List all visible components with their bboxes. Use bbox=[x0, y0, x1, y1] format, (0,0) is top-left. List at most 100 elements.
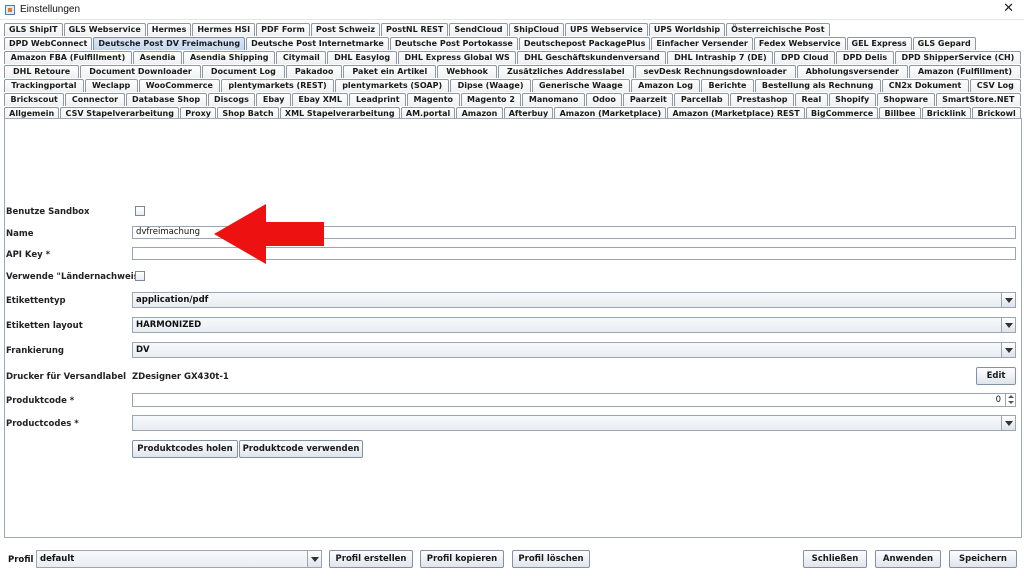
tab-shopware[interactable]: Shopware bbox=[876, 93, 935, 106]
tab-sendcloud[interactable]: SendCloud bbox=[449, 23, 508, 36]
tab-ups-webservice[interactable]: UPS Webservice bbox=[564, 23, 648, 36]
chevron-down-icon bbox=[1005, 298, 1013, 303]
tab-einfacher-versender[interactable]: Einfacher Versender bbox=[651, 37, 753, 50]
tab-plentymarkets-rest[interactable]: plentymarkets (REST) bbox=[221, 79, 334, 92]
produktcode-spinner[interactable]: 0 bbox=[132, 393, 1016, 407]
chevron-down-icon[interactable] bbox=[1008, 401, 1014, 404]
tab-ebay-xml[interactable]: Ebay XML bbox=[291, 93, 349, 106]
tab-woocommerce[interactable]: WooCommerce bbox=[138, 79, 221, 92]
tab-asendia[interactable]: Asendia bbox=[132, 51, 183, 64]
tab-database-shop[interactable]: Database Shop bbox=[125, 93, 207, 106]
sandbox-checkbox[interactable] bbox=[135, 206, 145, 216]
tab-ebay[interactable]: Ebay bbox=[256, 93, 291, 106]
schliessen-button[interactable]: Schließen bbox=[803, 550, 867, 568]
red-arrow-annotation bbox=[214, 204, 324, 264]
produktcode-verwenden-button[interactable]: Produktcode verwenden bbox=[239, 440, 363, 458]
tab-pdf-form[interactable]: PDF Form bbox=[256, 23, 310, 36]
tab-citymail[interactable]: Citymail bbox=[276, 51, 327, 64]
productcodes-select[interactable] bbox=[132, 415, 1016, 431]
profil-dropdown-button[interactable] bbox=[307, 551, 321, 567]
tab-dhl-express-global-ws[interactable]: DHL Express Global WS bbox=[397, 51, 517, 64]
tab-webhook[interactable]: Webhook bbox=[437, 65, 497, 78]
tab-paket-ein-artikel[interactable]: Paket ein Artikel bbox=[343, 65, 437, 78]
tab-generische-waage[interactable]: Generische Waage bbox=[531, 79, 630, 92]
tab-zusätzliches-addresslabel[interactable]: Zusätzliches Addresslabel bbox=[497, 65, 634, 78]
tab-gls-shipit[interactable]: GLS ShipIT bbox=[4, 23, 63, 36]
tab-amazon-fulfillment[interactable]: Amazon (Fulfillment) bbox=[908, 65, 1022, 78]
profil-erstellen-button[interactable]: Profil erstellen bbox=[329, 550, 413, 568]
tab-shipcloud[interactable]: ShipCloud bbox=[508, 23, 564, 36]
tab-hermes[interactable]: Hermes bbox=[146, 23, 192, 36]
tab-berichte[interactable]: Berichte bbox=[701, 79, 754, 92]
tab-dpd-cloud[interactable]: DPD Cloud bbox=[774, 51, 836, 64]
tab-postnl-rest[interactable]: PostNL REST bbox=[380, 23, 449, 36]
tab-real[interactable]: Real bbox=[794, 93, 828, 106]
frankierung-dropdown-button[interactable] bbox=[1001, 343, 1015, 357]
tab-trackingportal[interactable]: Trackingportal bbox=[4, 79, 84, 92]
tab-manomano[interactable]: Manomano bbox=[522, 93, 585, 106]
tab-document-downloader[interactable]: Document Downloader bbox=[80, 65, 201, 78]
tab-amazon-fba-fulfillment[interactable]: Amazon FBA (Fulfillment) bbox=[4, 51, 132, 64]
tab-parcellab[interactable]: Parcellab bbox=[674, 93, 730, 106]
etikettenlayout-dropdown-button[interactable] bbox=[1001, 318, 1015, 332]
tab-österreichische-post[interactable]: Österreichische Post bbox=[726, 23, 830, 36]
tab-deutsche-post-dv-freimachung[interactable]: Deutsche Post DV Freimachung bbox=[93, 37, 246, 50]
edit-printer-button[interactable]: Edit bbox=[976, 367, 1016, 385]
tab-cn2x-dokument[interactable]: CN2x Dokument bbox=[881, 79, 969, 92]
frankierung-select[interactable]: DV bbox=[132, 342, 1016, 358]
tab-csv-log[interactable]: CSV Log bbox=[969, 79, 1022, 92]
tab-hermes-hsi[interactable]: Hermes HSI bbox=[192, 23, 256, 36]
tab-dhl-retoure[interactable]: DHL Retoure bbox=[4, 65, 80, 78]
tab-asendia-shipping[interactable]: Asendia Shipping bbox=[183, 51, 276, 64]
tab-magento[interactable]: Magento bbox=[407, 93, 460, 106]
tab-magento-2[interactable]: Magento 2 bbox=[460, 93, 522, 106]
tab-weclapp[interactable]: Weclapp bbox=[84, 79, 138, 92]
tab-connector[interactable]: Connector bbox=[65, 93, 125, 106]
tab-pakadoo[interactable]: Pakadoo bbox=[285, 65, 343, 78]
tab-deutschepost-packageplus[interactable]: Deutschepost PackagePlus bbox=[518, 37, 651, 50]
laendernachweis-checkbox[interactable] bbox=[135, 271, 145, 281]
etikettentyp-dropdown-button[interactable] bbox=[1001, 293, 1015, 307]
tab-deutsche-post-internetmarke[interactable]: Deutsche Post Internetmarke bbox=[246, 37, 389, 50]
tab-ups-worldship[interactable]: UPS Worldship bbox=[648, 23, 726, 36]
tab-leadprint[interactable]: Leadprint bbox=[349, 93, 407, 106]
productcodes-dropdown-button[interactable] bbox=[1001, 416, 1015, 430]
produktcodes-holen-button[interactable]: Produktcodes holen bbox=[132, 440, 238, 458]
tab-post-schweiz[interactable]: Post Schweiz bbox=[310, 23, 380, 36]
tab-dhl-geschäftskundenversand[interactable]: DHL Geschäftskundenversand bbox=[517, 51, 667, 64]
tab-dipse-waage[interactable]: Dipse (Waage) bbox=[450, 79, 531, 92]
tab-dhl-intraship-7-de[interactable]: DHL Intraship 7 (DE) bbox=[667, 51, 774, 64]
tab-shopify[interactable]: Shopify bbox=[828, 93, 876, 106]
tab-gel-express[interactable]: GEL Express bbox=[846, 37, 912, 50]
tab-brickscout[interactable]: Brickscout bbox=[4, 93, 65, 106]
tab-dpd-delis[interactable]: DPD Delis bbox=[836, 51, 894, 64]
profil-loeschen-button[interactable]: Profil löschen bbox=[512, 550, 590, 568]
tab-plentymarkets-soap[interactable]: plentymarkets (SOAP) bbox=[334, 79, 450, 92]
tab-document-log[interactable]: Document Log bbox=[201, 65, 285, 78]
tab-dpd-shipperservice-ch[interactable]: DPD ShipperService (CH) bbox=[894, 51, 1022, 64]
tab-smartstore-net[interactable]: SmartStore.NET bbox=[935, 93, 1021, 106]
tab-dhl-easylog[interactable]: DHL Easylog bbox=[327, 51, 397, 64]
tab-deutsche-post-portokasse[interactable]: Deutsche Post Portokasse bbox=[389, 37, 518, 50]
chevron-up-icon[interactable] bbox=[1008, 395, 1014, 398]
tab-amazon-log[interactable]: Amazon Log bbox=[630, 79, 701, 92]
tab-sevdesk-rechnungsdownloader[interactable]: sevDesk Rechnungsdownloader bbox=[634, 65, 796, 78]
tab-dpd-webconnect[interactable]: DPD WebConnect bbox=[4, 37, 93, 50]
tab-prestashop[interactable]: Prestashop bbox=[730, 93, 794, 106]
tab-fedex-webservice[interactable]: Fedex Webservice bbox=[753, 37, 846, 50]
tab-odoo[interactable]: Odoo bbox=[585, 93, 623, 106]
etikettenlayout-select[interactable]: HARMONIZED bbox=[132, 317, 1016, 333]
profil-select[interactable]: default bbox=[36, 550, 322, 568]
tab-bestellung-als-rechnung[interactable]: Bestellung als Rechnung bbox=[754, 79, 881, 92]
profil-kopieren-button[interactable]: Profil kopieren bbox=[420, 550, 504, 568]
tab-abholungsversender[interactable]: Abholungsversender bbox=[796, 65, 908, 78]
spinner-arrows[interactable] bbox=[1005, 394, 1015, 406]
tab-gls-webservice[interactable]: GLS Webservice bbox=[63, 23, 146, 36]
anwenden-button[interactable]: Anwenden bbox=[875, 550, 941, 568]
close-icon[interactable]: ✕ bbox=[1003, 1, 1014, 16]
tab-gls-gepard[interactable]: GLS Gepard bbox=[912, 37, 976, 50]
etikettentyp-select[interactable]: application/pdf bbox=[132, 292, 1016, 308]
speichern-button[interactable]: Speichern bbox=[949, 550, 1017, 568]
tab-discogs[interactable]: Discogs bbox=[207, 93, 256, 106]
tab-paarzeit[interactable]: Paarzeit bbox=[623, 93, 674, 106]
